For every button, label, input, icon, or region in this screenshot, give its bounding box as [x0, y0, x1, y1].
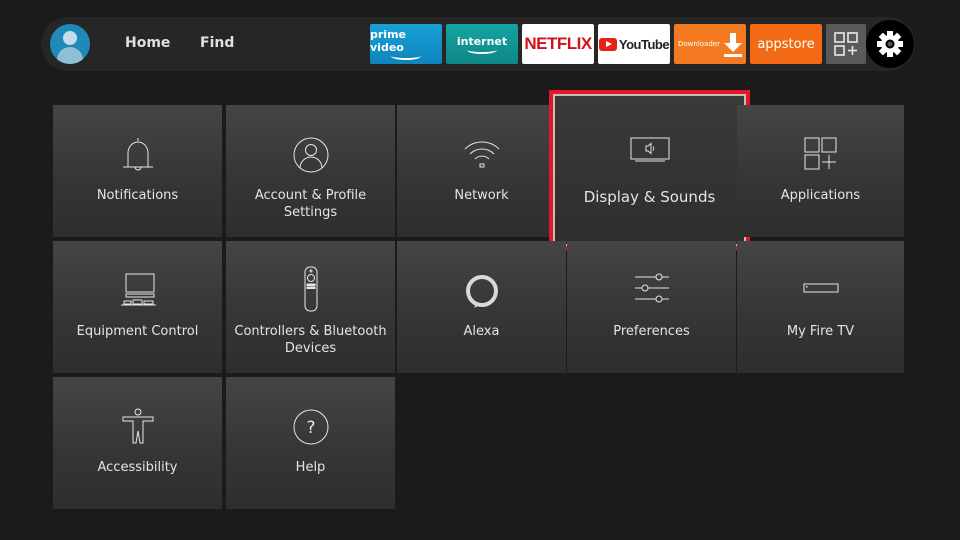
app-appstore-label: appstore — [757, 36, 815, 52]
user-avatar-icon — [63, 31, 77, 45]
sliders-icon — [634, 273, 669, 303]
tile-accessibility[interactable]: Accessibility — [53, 377, 222, 509]
app-netflix-label: NETFLIX — [524, 34, 592, 53]
tile-label: Help — [295, 460, 326, 475]
remote-icon — [304, 266, 317, 312]
tile-notifications[interactable]: Notifications — [53, 105, 222, 237]
settings-button[interactable] — [866, 20, 914, 68]
wifi-icon — [464, 141, 499, 168]
app-netflix[interactable]: NETFLIX — [522, 24, 594, 64]
tile-help[interactable]: ? Help — [226, 377, 395, 509]
tile-my-fire-tv[interactable]: My Fire TV — [737, 241, 904, 373]
app-prime-video[interactable]: prime video — [370, 24, 442, 64]
profile-avatar[interactable] — [50, 24, 90, 64]
tile-label: My Fire TV — [786, 324, 855, 339]
tile-applications[interactable]: Applications — [737, 105, 904, 237]
app-downloader[interactable]: Downloader — [674, 24, 746, 64]
tile-label: Accessibility — [97, 460, 178, 475]
tile-network[interactable]: Network — [397, 105, 566, 237]
tile-label: Notifications — [96, 188, 179, 203]
accessibility-icon — [122, 408, 153, 444]
gear-icon — [877, 31, 903, 57]
apps-grid-plus-icon — [834, 32, 858, 56]
nav-find[interactable]: Find — [200, 35, 234, 51]
tile-preferences[interactable]: Preferences — [567, 241, 736, 373]
app-downloader-label: Downloader — [678, 40, 720, 48]
smile-logo-icon — [391, 52, 421, 60]
app-youtube-label: YouTube — [618, 36, 670, 52]
tile-label: Alexa — [463, 324, 500, 339]
tile-equipment-control[interactable]: Equipment Control — [53, 241, 222, 373]
bell-icon — [122, 138, 153, 171]
app-internet[interactable]: internet — [446, 24, 518, 64]
tile-alexa[interactable]: Alexa — [397, 241, 566, 373]
tile-display-sounds[interactable]: Display & Sounds — [549, 90, 750, 250]
tile-label: Preferences — [613, 324, 690, 339]
alexa-ring-icon — [465, 275, 498, 308]
help-circle-icon: ? — [293, 409, 328, 445]
tile-label: Network — [454, 188, 509, 203]
tile-account-profile-settings[interactable]: Account & Profile Settings — [226, 105, 395, 237]
nav-home[interactable]: Home — [125, 35, 170, 51]
apps-grid-icon — [804, 137, 836, 170]
download-arrow-icon — [723, 31, 742, 57]
app-prime-video-label: prime video — [370, 28, 406, 54]
youtube-play-icon — [598, 37, 617, 51]
app-appstore[interactable]: appstore — [750, 24, 822, 64]
tile-controllers-bluetooth[interactable]: Controllers & Bluetooth Devices — [226, 241, 395, 373]
tile-label: Equipment Control — [76, 324, 199, 339]
tv-speaker-icon — [630, 137, 669, 162]
tile-label: Controllers & Bluetooth Devices — [234, 324, 387, 356]
tile-label: Account & Profile Settings — [254, 188, 367, 220]
app-youtube[interactable]: YouTube — [598, 24, 670, 64]
tv-equipment-icon — [120, 273, 156, 306]
svg-text:?: ? — [306, 418, 315, 438]
user-circle-icon — [293, 137, 328, 173]
fire-tv-stick-icon — [803, 283, 838, 293]
tile-label: Display & Sounds — [583, 188, 716, 206]
smile-logo-icon — [467, 46, 497, 54]
tile-label: Applications — [780, 188, 861, 203]
more-apps-button[interactable] — [826, 24, 866, 64]
